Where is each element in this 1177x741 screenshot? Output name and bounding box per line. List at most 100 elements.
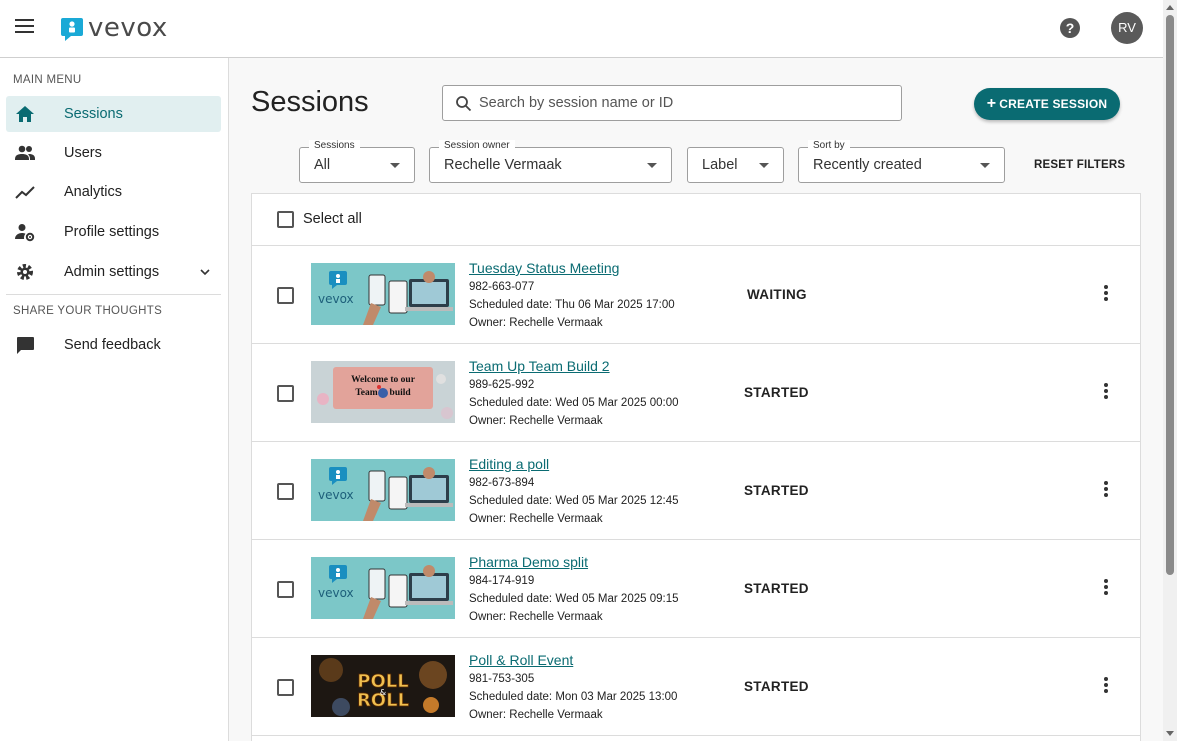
session-thumbnail-team: Welcome to ourTeam build	[311, 361, 455, 423]
session-title-link[interactable]: Editing a poll	[469, 456, 549, 472]
sidebar: MAIN MENU Sessions Users Analytics Profi…	[0, 58, 229, 741]
session-title-link[interactable]: Tuesday Status Meeting	[469, 260, 619, 276]
share-thoughts-heading: SHARE YOUR THOUGHTS	[13, 305, 163, 317]
sidebar-item-label: Users	[64, 145, 102, 161]
search-icon	[456, 96, 472, 112]
sidebar-item-analytics[interactable]: Analytics	[6, 174, 221, 210]
scrollbar-thumb[interactable]	[1166, 15, 1174, 575]
more-options-icon[interactable]	[1101, 579, 1111, 597]
table-row: vevox Tuesday Status Meeting 982-663-077 Sc…	[252, 246, 1140, 344]
dropdown-caret-icon	[647, 163, 657, 168]
session-thumbnail[interactable]: vevox	[311, 459, 455, 521]
session-id: 989-625-992	[469, 379, 535, 391]
sessions-list: Select all vevox Tuesday Status Meeting 98…	[251, 193, 1141, 741]
session-owner: Owner: Rechelle Vermaak	[469, 317, 603, 329]
session-thumbnail[interactable]: POLL ROLL &	[311, 655, 455, 717]
svg-text:vevox: vevox	[318, 292, 354, 306]
sidebar-item-sessions[interactable]: Sessions	[6, 96, 221, 132]
session-thumbnail[interactable]: vevox	[311, 557, 455, 619]
filter-label: Sessions	[309, 140, 360, 151]
main-content: Sessions + CREATE SESSION Sessions All S…	[229, 58, 1163, 741]
row-checkbox[interactable]	[277, 679, 294, 696]
row-checkbox[interactable]	[277, 287, 294, 304]
row-checkbox[interactable]	[277, 385, 294, 402]
logo-text: vevox	[88, 13, 168, 43]
session-thumbnail-vevox: vevox	[311, 459, 455, 521]
scroll-down-arrow-icon[interactable]	[1166, 731, 1174, 736]
sessions-filter-select[interactable]: Sessions All	[299, 140, 415, 183]
sidebar-item-label: Sessions	[64, 106, 123, 122]
session-thumbnail[interactable]: vevox	[311, 263, 455, 325]
row-checkbox[interactable]	[277, 483, 294, 500]
create-session-button[interactable]: + CREATE SESSION	[974, 88, 1120, 120]
session-thumbnail-poll: POLLROLL&	[311, 655, 455, 717]
filter-value: Label	[702, 157, 738, 173]
dropdown-caret-icon	[759, 163, 769, 168]
create-session-label: CREATE SESSION	[999, 97, 1108, 111]
more-options-icon[interactable]	[1101, 481, 1111, 499]
session-thumbnail-vevox: vevox	[311, 263, 455, 325]
session-id: 984-174-919	[469, 575, 535, 587]
search-field[interactable]	[442, 85, 902, 121]
table-row: vevox Pharma Demo split 984-174-919 Schedul…	[252, 540, 1140, 638]
filter-value: All	[314, 157, 331, 173]
filter-value: Recently created	[813, 157, 922, 173]
feedback-icon	[17, 337, 34, 354]
svg-text:vevox: vevox	[318, 488, 354, 502]
session-id: 982-663-077	[469, 281, 535, 293]
session-scheduled-date: Scheduled date: Wed 05 Mar 2025 12:45	[469, 495, 679, 507]
sidebar-item-send-feedback[interactable]: Send feedback	[6, 327, 221, 363]
scroll-up-arrow-icon[interactable]	[1166, 5, 1174, 10]
select-all-checkbox[interactable]	[277, 211, 294, 228]
session-owner: Owner: Rechelle Vermaak	[469, 611, 603, 623]
gear-icon	[17, 264, 33, 280]
sidebar-divider	[6, 294, 221, 295]
sidebar-item-label: Analytics	[64, 184, 123, 200]
session-thumbnail-vevox: vevox	[311, 557, 455, 619]
avatar[interactable]: RV	[1111, 12, 1143, 44]
session-owner: Owner: Rechelle Vermaak	[469, 415, 603, 427]
session-owner: Owner: Rechelle Vermaak	[469, 709, 603, 721]
more-options-icon[interactable]	[1101, 383, 1111, 401]
users-icon	[15, 145, 35, 160]
session-status: STARTED	[744, 581, 809, 596]
hamburger-menu-icon[interactable]	[15, 19, 34, 35]
reset-filters-button[interactable]: RESET FILTERS	[1034, 159, 1125, 171]
sort-by-select[interactable]: Sort by Recently created	[798, 140, 1005, 183]
filter-label: Session owner	[439, 140, 515, 151]
sidebar-item-admin-settings[interactable]: Admin settings	[6, 254, 221, 290]
session-title-link[interactable]: Pharma Demo split	[469, 554, 588, 570]
more-options-icon[interactable]	[1101, 285, 1111, 303]
session-owner-filter-select[interactable]: Session owner Rechelle Vermaak	[429, 140, 672, 183]
sidebar-item-label: Profile settings	[64, 224, 160, 240]
select-all-row: Select all	[252, 194, 1140, 246]
svg-text:vevox: vevox	[318, 586, 354, 600]
select-all-label: Select all	[303, 211, 362, 227]
profile-settings-icon	[15, 224, 35, 242]
dropdown-caret-icon	[980, 163, 990, 168]
filter-value: Rechelle Vermaak	[444, 157, 562, 173]
help-icon[interactable]: ?	[1060, 18, 1080, 38]
session-title-link[interactable]: Team Up Team Build 2	[469, 358, 610, 374]
sidebar-item-label: Admin settings	[64, 264, 160, 280]
sidebar-item-users[interactable]: Users	[6, 135, 221, 171]
label-filter-select[interactable]: Label	[687, 147, 784, 183]
session-title-link[interactable]: Poll & Roll Event	[469, 652, 573, 668]
session-id: 981-753-305	[469, 673, 535, 685]
session-status: STARTED	[744, 385, 809, 400]
sidebar-item-profile-settings[interactable]: Profile settings	[6, 214, 221, 250]
table-row: POLL ROLL & Poll & Roll Event 981-753-305 Sch…	[252, 638, 1140, 736]
svg-text:&: &	[380, 688, 386, 697]
search-input[interactable]	[479, 93, 879, 113]
sidebar-item-label: Send feedback	[64, 337, 161, 353]
session-scheduled-date: Scheduled date: Wed 05 Mar 2025 09:15	[469, 593, 679, 605]
page-scrollbar[interactable]	[1163, 0, 1177, 741]
plus-icon: +	[986, 95, 997, 112]
top-bar: vevox ? RV	[0, 0, 1163, 58]
vevox-logo[interactable]: vevox	[60, 13, 168, 43]
session-id: 982-673-894	[469, 477, 535, 489]
session-thumbnail[interactable]: Welcome to our Team build	[311, 361, 455, 423]
row-checkbox[interactable]	[277, 581, 294, 598]
main-menu-heading: MAIN MENU	[13, 74, 82, 86]
more-options-icon[interactable]	[1101, 677, 1111, 695]
